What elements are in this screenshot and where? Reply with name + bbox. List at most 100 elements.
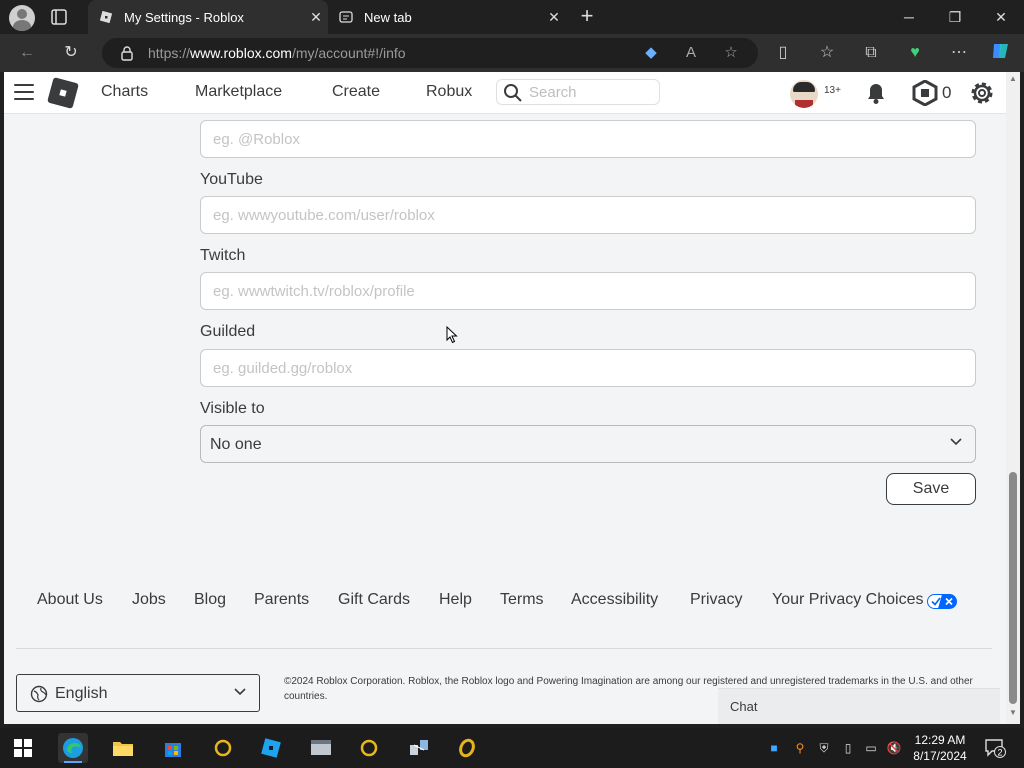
- user-avatar[interactable]: [790, 80, 818, 108]
- more-menu-icon[interactable]: ⋯: [948, 42, 970, 64]
- tray-app-icon[interactable]: ■: [766, 740, 782, 756]
- footer-link-blog[interactable]: Blog: [194, 591, 226, 609]
- privacy-choices-toggle-icon[interactable]: [927, 594, 957, 609]
- collections-icon[interactable]: ⧉: [860, 42, 882, 64]
- chevron-down-icon: [949, 435, 963, 454]
- windows-taskbar: ■ ⚲ ⛨ ▯ ▭ 🔇 12:29 AM 8/17/2024 2: [0, 728, 1024, 768]
- footer-divider: [16, 648, 992, 649]
- mouse-cursor-icon: [446, 325, 458, 344]
- svg-text:2: 2: [997, 748, 1002, 758]
- network-icon[interactable]: ▭: [863, 740, 879, 756]
- roblox-favicon-icon: [98, 9, 114, 25]
- favorites-icon[interactable]: ☆: [816, 42, 838, 64]
- system-clock[interactable]: 12:29 AM 8/17/2024: [910, 732, 970, 764]
- ring-app-icon[interactable]: [354, 733, 384, 763]
- footer-link-parents[interactable]: Parents: [254, 591, 309, 609]
- favorite-star-icon[interactable]: ☆: [722, 44, 740, 62]
- search-input[interactable]: [529, 83, 651, 101]
- roblox-top-nav: Charts Marketplace Create Robux 13+ 0: [4, 72, 1006, 114]
- roblox-logo-icon[interactable]: [47, 77, 79, 109]
- guilded-input[interactable]: [200, 349, 976, 387]
- minimize-icon[interactable]: ─: [886, 0, 932, 34]
- scroll-down-icon[interactable]: ▼: [1009, 708, 1017, 717]
- store-icon[interactable]: [158, 733, 188, 763]
- footer-link-privacy-choices[interactable]: Your Privacy Choices: [772, 591, 923, 609]
- url-text: https://www.roblox.com/my/account#!/info: [148, 45, 406, 61]
- save-button[interactable]: Save: [886, 473, 976, 505]
- menu-hamburger-icon[interactable]: [14, 84, 34, 100]
- tab-title: My Settings - Roblox: [124, 9, 244, 25]
- close-tab-icon[interactable]: ✕: [304, 9, 328, 26]
- new-tab-plus-icon[interactable]: +: [574, 4, 600, 30]
- read-aloud-icon[interactable]: A: [682, 44, 700, 62]
- visible-to-select[interactable]: No one: [200, 425, 976, 463]
- page-scrollbar[interactable]: ▲ ▼: [1006, 72, 1020, 724]
- browser-essentials-icon[interactable]: ♥: [904, 42, 926, 64]
- youtube-label: YouTube: [200, 171, 263, 188]
- visible-to-value: No one: [210, 436, 262, 453]
- footer-link-terms[interactable]: Terms: [500, 591, 544, 609]
- search-box[interactable]: [496, 79, 660, 105]
- profile-avatar-icon[interactable]: [9, 5, 35, 31]
- clock-time: 12:29 AM: [914, 733, 966, 747]
- file-explorer-icon[interactable]: [108, 733, 138, 763]
- ring-app-icon[interactable]: [208, 733, 238, 763]
- close-tab-icon[interactable]: ✕: [542, 9, 566, 26]
- social-handle-input[interactable]: [200, 120, 976, 158]
- split-screen-icon[interactable]: ▯: [772, 42, 794, 64]
- roblox-studio-icon[interactable]: [256, 733, 286, 763]
- tray-search-icon[interactable]: ⚲: [792, 740, 808, 756]
- address-bar[interactable]: https://www.roblox.com/my/account#!/info…: [102, 38, 758, 68]
- battery-icon[interactable]: ▯: [840, 740, 856, 756]
- tab-title: New tab: [364, 9, 412, 25]
- twitch-label: Twitch: [200, 247, 246, 264]
- footer-link-gift-cards[interactable]: Gift Cards: [338, 591, 410, 609]
- nav-link-marketplace[interactable]: Marketplace: [195, 83, 282, 101]
- volume-muted-icon[interactable]: 🔇: [886, 740, 902, 756]
- language-select[interactable]: English: [16, 674, 260, 712]
- robux-icon[interactable]: [912, 79, 938, 107]
- globe-icon: [30, 685, 48, 708]
- notification-center-icon[interactable]: 2: [984, 738, 1006, 758]
- scroll-up-icon[interactable]: ▲: [1009, 74, 1017, 83]
- restore-icon[interactable]: ❐: [932, 0, 978, 34]
- chat-bar[interactable]: Chat: [718, 688, 1000, 724]
- back-arrow-icon[interactable]: ←: [16, 42, 38, 64]
- tab-new-tab[interactable]: New tab ✕: [328, 0, 566, 34]
- visible-to-label: Visible to: [200, 400, 265, 417]
- notification-bell-icon[interactable]: [864, 80, 888, 106]
- copilot-icon[interactable]: [990, 40, 1012, 62]
- age-badge: 13+: [824, 85, 841, 96]
- clock-date: 8/17/2024: [913, 749, 967, 763]
- nav-link-create[interactable]: Create: [332, 83, 380, 101]
- app-window-icon[interactable]: [306, 733, 336, 763]
- gold-ring-icon[interactable]: [452, 733, 482, 763]
- language-label: English: [55, 685, 108, 702]
- twitch-input[interactable]: [200, 272, 976, 310]
- footer-link-privacy[interactable]: Privacy: [690, 591, 742, 609]
- network-app-icon[interactable]: [404, 733, 434, 763]
- tag-icon[interactable]: ◆: [642, 44, 660, 62]
- windows-start-icon[interactable]: [8, 733, 38, 763]
- robux-count[interactable]: 0: [942, 83, 951, 103]
- browser-toolbar: ← ↻ https://www.roblox.com/my/account#!/…: [0, 34, 1024, 72]
- close-window-icon[interactable]: ✕: [978, 0, 1024, 34]
- nav-link-robux[interactable]: Robux: [426, 83, 472, 101]
- settings-gear-icon[interactable]: [968, 79, 996, 107]
- footer-link-accessibility[interactable]: Accessibility: [571, 591, 658, 609]
- security-shield-icon[interactable]: ⛨: [816, 740, 832, 756]
- tab-my-settings[interactable]: My Settings - Roblox ✕: [88, 0, 328, 34]
- refresh-icon[interactable]: ↻: [60, 42, 82, 64]
- nav-link-charts[interactable]: Charts: [101, 83, 148, 101]
- chevron-down-icon: [233, 685, 247, 704]
- browser-tab-strip: My Settings - Roblox ✕ New tab ✕ + ─ ❐ ✕: [0, 0, 1024, 34]
- footer-link-jobs[interactable]: Jobs: [132, 591, 166, 609]
- youtube-input[interactable]: [200, 196, 976, 234]
- lock-icon[interactable]: [120, 45, 134, 66]
- search-icon: [503, 83, 523, 108]
- edge-taskbar-icon[interactable]: [58, 733, 88, 763]
- footer-link-help[interactable]: Help: [439, 591, 472, 609]
- tab-actions-icon[interactable]: [50, 8, 68, 26]
- scrollbar-thumb[interactable]: [1009, 472, 1017, 704]
- footer-link-about-us[interactable]: About Us: [37, 591, 103, 609]
